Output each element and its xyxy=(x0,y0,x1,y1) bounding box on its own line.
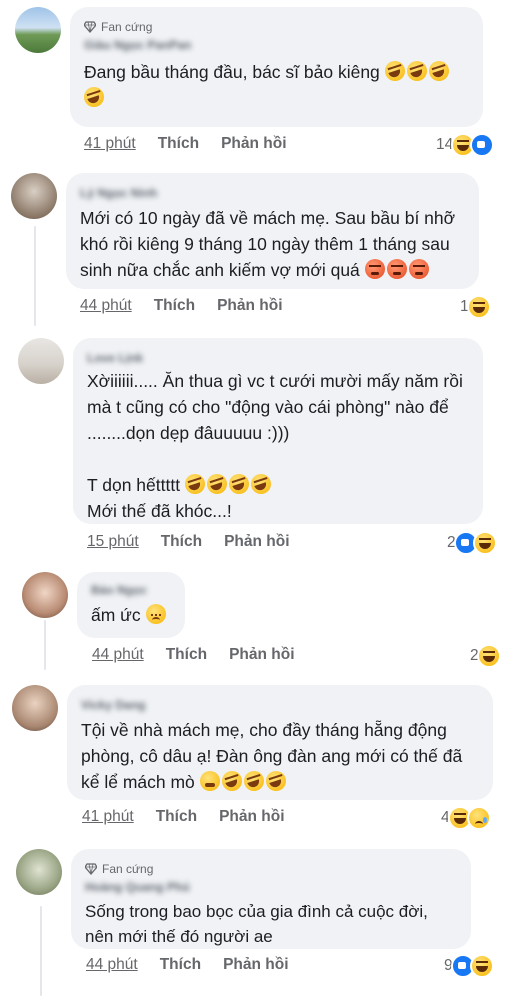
rofl-emoji-icon xyxy=(206,474,227,494)
reaction-summary[interactable]: 2 xyxy=(470,644,501,668)
timestamp-link[interactable]: 41 phút xyxy=(82,808,134,826)
timestamp-link[interactable]: 44 phút xyxy=(92,646,144,664)
comment-actions: 44 phút Thích Phản hồi xyxy=(92,646,295,664)
like-button[interactable]: Thích xyxy=(154,297,195,315)
reaction-summary[interactable]: 4 xyxy=(441,806,491,830)
haha-reaction-icon xyxy=(469,954,494,978)
like-button[interactable]: Thích xyxy=(156,808,197,826)
author-name[interactable]: Lý Ngọc Ninh xyxy=(80,185,465,201)
comment-text-body: Sống trong bao bọc của gia đình cả cuộc … xyxy=(85,902,433,946)
reaction-summary[interactable]: 14 xyxy=(436,133,495,157)
author-name[interactable]: Love Lịnk xyxy=(87,350,469,366)
reaction-summary[interactable]: 2 xyxy=(447,531,497,555)
comment-text: Sống trong bao bọc của gia đình cả cuộc … xyxy=(85,899,457,949)
timestamp-link[interactable]: 44 phút xyxy=(86,956,138,974)
comment-text: Đang bầu tháng đầu, bác sĩ bảo kiêng xyxy=(84,59,469,111)
reply-button[interactable]: Phản hồi xyxy=(219,808,284,826)
reply-button[interactable]: Phản hồi xyxy=(223,956,288,974)
comment-text: ấm ức xyxy=(91,604,171,626)
reply-button[interactable]: Phản hồi xyxy=(221,135,286,153)
angry-emoji-icon xyxy=(408,259,429,279)
author-name[interactable]: Giàu Ngọc PanPan xyxy=(84,37,469,53)
rofl-emoji-icon xyxy=(243,771,264,791)
author-name[interactable]: Vicky Dang xyxy=(81,697,479,713)
disappointed-emoji-icon xyxy=(145,604,166,624)
comment-text-line: T dọn hếttttt xyxy=(87,475,185,495)
angry-emoji-icon xyxy=(364,259,385,279)
avatar[interactable] xyxy=(11,173,57,219)
thread-line xyxy=(34,226,36,326)
comment-bubble: Bảo Ngọc ấm ức xyxy=(77,572,185,638)
comment-text: Tội về nhà mách mẹ, cho đầy tháng hẵng đ… xyxy=(81,717,479,795)
comment-bubble: Fan cứng Giàu Ngọc PanPan Đang bầu tháng… xyxy=(70,7,483,127)
rofl-emoji-icon xyxy=(384,61,405,81)
like-button[interactable]: Thích xyxy=(160,956,201,974)
avatar[interactable] xyxy=(15,7,61,53)
avatar[interactable] xyxy=(22,572,68,618)
reply-button[interactable]: Phản hồi xyxy=(217,297,282,315)
sad-reaction-icon xyxy=(466,806,491,830)
comment-text-body: Đang bầu tháng đầu, bác sĩ bảo kiêng xyxy=(84,62,385,82)
triumph-emoji-icon xyxy=(199,771,220,791)
comment-bubble: Lý Ngọc Ninh Mới có 10 ngày đã về mách m… xyxy=(66,173,479,289)
fan-badge: Fan cứng xyxy=(85,861,457,877)
rofl-emoji-icon xyxy=(184,474,205,494)
comment-actions: 41 phút Thích Phản hồi xyxy=(82,808,285,826)
avatar[interactable] xyxy=(12,685,58,731)
timestamp-link[interactable]: 41 phút xyxy=(84,135,136,153)
rofl-emoji-icon xyxy=(221,771,242,791)
fan-badge: Fan cứng xyxy=(84,19,469,35)
comment-actions: 44 phút Thích Phản hồi xyxy=(80,297,283,315)
haha-reaction-icon xyxy=(476,644,501,668)
reply-button[interactable]: Phản hồi xyxy=(224,533,289,551)
haha-reaction-icon xyxy=(472,531,497,555)
rofl-emoji-icon xyxy=(250,474,271,494)
comment-bubble: Love Lịnk Xờiiiiii..... Ăn thua gì vc t … xyxy=(73,338,483,524)
author-name[interactable]: Bảo Ngọc xyxy=(91,582,171,598)
badge-label: Fan cứng xyxy=(101,20,153,34)
avatar[interactable] xyxy=(16,849,62,895)
rofl-emoji-icon xyxy=(406,61,427,81)
timestamp-link[interactable]: 44 phút xyxy=(80,297,132,315)
comment-text: Mới có 10 ngày đã về mách mẹ. Sau bầu bí… xyxy=(80,205,465,283)
diamond-icon xyxy=(85,863,97,875)
reaction-summary[interactable]: 1 xyxy=(460,295,491,319)
like-button[interactable]: Thích xyxy=(161,533,202,551)
comment-bubble: Fan cứng Hoàng Quang Phú Sống trong bao … xyxy=(71,849,471,949)
rofl-emoji-icon xyxy=(265,771,286,791)
comment-text: Xờiiiiii..... Ăn thua gì vc t cưới mười … xyxy=(87,368,469,524)
rofl-emoji-icon xyxy=(428,61,449,81)
badge-label: Fan cứng xyxy=(102,862,154,876)
avatar[interactable] xyxy=(18,338,64,384)
angry-emoji-icon xyxy=(386,259,407,279)
timestamp-link[interactable]: 15 phút xyxy=(87,533,139,551)
rofl-emoji-icon xyxy=(228,474,249,494)
diamond-icon xyxy=(84,21,96,33)
thread-line xyxy=(44,620,46,670)
author-name[interactable]: Hoàng Quang Phú xyxy=(85,879,457,895)
comment-text-line: Mới thế đã khóc...! xyxy=(87,501,232,521)
comment-actions: 44 phút Thích Phản hồi xyxy=(86,956,289,974)
comment-actions: 15 phút Thích Phản hồi xyxy=(87,533,290,551)
comment-text-body: ấm ức xyxy=(91,605,146,625)
like-button[interactable]: Thích xyxy=(166,646,207,664)
comment-bubble: Vicky Dang Tội về nhà mách mẹ, cho đầy t… xyxy=(67,685,493,800)
like-reaction-icon xyxy=(470,133,495,157)
thread-line xyxy=(40,906,42,996)
like-button[interactable]: Thích xyxy=(158,135,199,153)
comment-text-line: Xờiiiiii..... Ăn thua gì vc t cưới mười … xyxy=(87,371,468,443)
reaction-summary[interactable]: 9 xyxy=(444,954,494,978)
reply-button[interactable]: Phản hồi xyxy=(229,646,294,664)
haha-reaction-icon xyxy=(466,295,491,319)
comment-actions: 41 phút Thích Phản hồi xyxy=(84,135,287,153)
rofl-emoji-icon xyxy=(84,87,104,107)
